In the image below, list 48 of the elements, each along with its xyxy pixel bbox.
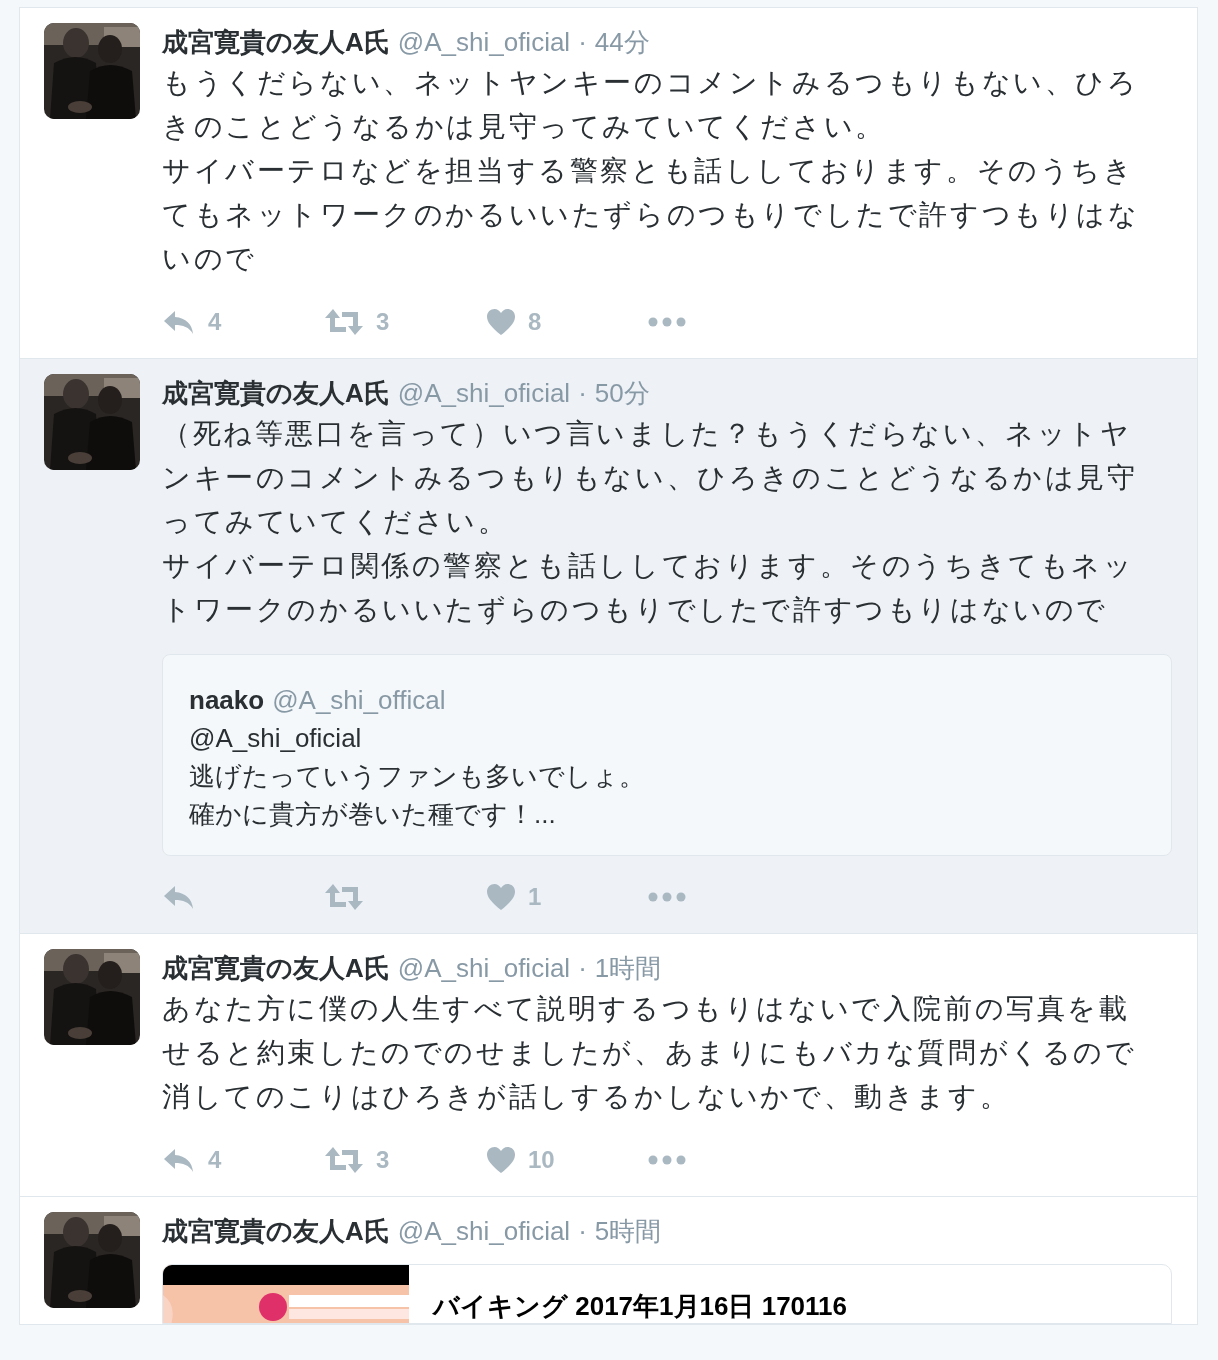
card-title: バイキング 2017年1月16日 170116: [433, 1290, 847, 1323]
separator-dot: ·: [578, 26, 587, 59]
retweet-icon[interactable]: [324, 1146, 364, 1174]
tweet-time[interactable]: 5時間: [594, 1212, 662, 1250]
action-count: 8: [528, 307, 542, 337]
separator-dot: ·: [578, 377, 587, 410]
quoted-user-name: naako: [189, 684, 265, 717]
tweet-text: サイバーテロなどを担当する警察とも話ししております。そのうちきてもネットワークのかるいいたずらのつもりでしたで許すつもりはないので: [162, 154, 1141, 276]
tweet-text: もうくだらない、ネットヤンキーのコメントみるつもりもない、ひろきのことどうなるかは見守ってみていてください。: [162, 66, 1140, 144]
user-handle[interactable]: @A_shi_oficial: [397, 1212, 571, 1250]
separator-dot: ·: [578, 952, 587, 985]
separator-dot: ·: [578, 1215, 587, 1248]
more-icon[interactable]: [648, 891, 686, 903]
more-icon[interactable]: [648, 316, 686, 328]
heart-icon[interactable]: [486, 308, 516, 336]
user-name[interactable]: 成宮寛貴の友人A氏: [162, 1212, 390, 1250]
reply-icon[interactable]: [162, 1147, 196, 1173]
action-count: 1: [528, 882, 542, 912]
action-count: 3: [376, 307, 390, 337]
quoted-tweet-text: 確かに貴方が巻いた種です！...: [189, 798, 557, 831]
tweet-text: サイバーテロ関係の警察とも話ししております。そのうちきてもネットワークのかるいいたずらのつもりでしたで許すつもりはないので: [162, 549, 1136, 627]
action-count: 3: [376, 1145, 390, 1175]
tweet-time[interactable]: 50分: [594, 374, 650, 412]
more-icon[interactable]: [648, 1154, 686, 1166]
quoted-tweet[interactable]: naako @A_shi_offical @A_shi_oficial 逃げたっていうファンも多いでしょ。 確かに貴方が巻いた種です！...: [162, 654, 1172, 856]
reply-icon[interactable]: [162, 884, 196, 910]
retweet-icon[interactable]: [324, 308, 364, 336]
user-name[interactable]: 成宮寛貴の友人A氏: [162, 374, 390, 412]
quoted-tweet-text: @A_shi_oficial: [189, 722, 363, 755]
user-handle[interactable]: @A_shi_oficial: [397, 374, 571, 412]
link-card[interactable]: バイキング 2017年1月16日 170116: [162, 1264, 1172, 1324]
action-count: 4: [208, 307, 222, 337]
heart-icon[interactable]: [486, 883, 516, 911]
retweet-icon[interactable]: [324, 883, 364, 911]
tweet-text: （死ね等悪口を言って）いつ言いました？もうくだらない、ネットヤンキーのコメントみるつもりもない、ひろきのことどうなるかは見守ってみていてください。: [162, 417, 1139, 539]
tweet-time[interactable]: 44分: [594, 23, 650, 61]
action-count: 4: [208, 1145, 222, 1175]
heart-icon[interactable]: [486, 1146, 516, 1174]
quoted-user-handle: @A_shi_offical: [272, 684, 446, 717]
quoted-tweet-text: 逃げたっていうファンも多いでしょ。: [189, 760, 646, 793]
action-count: 10: [528, 1145, 555, 1175]
user-name[interactable]: 成宮寛貴の友人A氏: [162, 949, 390, 987]
tweet-time[interactable]: 1時間: [594, 949, 662, 987]
user-handle[interactable]: @A_shi_oficial: [397, 23, 571, 61]
reply-icon[interactable]: [162, 309, 196, 335]
tweet-text: あなた方に僕の人生すべて説明するつもりはないで入院前の写真を載せると約束したのでのせましたが、あまりにもバカな質問がくるので消してのこりはひろきが話しするかしないかで、動きます。: [162, 992, 1138, 1114]
user-handle[interactable]: @A_shi_oficial: [397, 949, 571, 987]
user-name[interactable]: 成宮寛貴の友人A氏: [162, 23, 390, 61]
